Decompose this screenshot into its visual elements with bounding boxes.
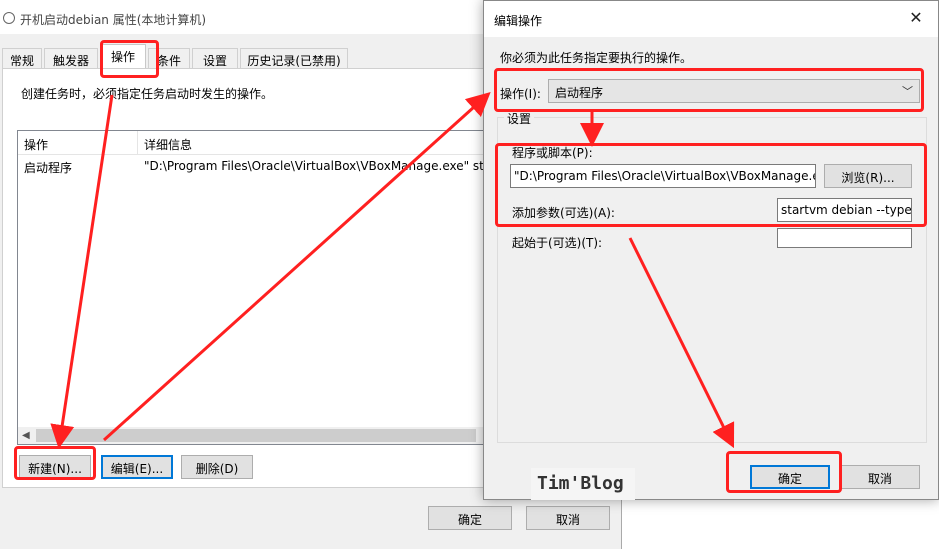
start-in-input[interactable] — [777, 228, 912, 248]
column-header-details[interactable]: 详细信息 — [138, 131, 496, 155]
dialog-title: 编辑操作 — [494, 14, 543, 28]
dialog-title-bar: 编辑操作 ✕ — [484, 1, 938, 37]
row-details-cell: "D:\Program Files\Oracle\VirtualBox\VBox… — [144, 159, 496, 173]
tab-settings[interactable]: 设置 — [192, 48, 238, 68]
dialog-description: 你必须为此任务指定要执行的操作。 — [500, 51, 693, 65]
tab-triggers[interactable]: 触发器 — [44, 48, 98, 68]
window-title: 开机启动debian 属性(本地计算机) — [20, 13, 207, 27]
edit-action-button[interactable]: 编辑(E)... — [101, 455, 173, 479]
action-type-select[interactable]: 启动程序 ﹀ — [548, 79, 920, 103]
delete-action-button[interactable]: 删除(D) — [181, 455, 253, 479]
arguments-label: 添加参数(可选)(A): — [512, 206, 615, 220]
scroll-left-icon[interactable]: ◀ — [22, 430, 30, 441]
browse-button[interactable]: 浏览(R)... — [824, 164, 912, 188]
row-action-cell: 启动程序 — [24, 161, 73, 175]
settings-group: 设置 程序或脚本(P): "D:\Program Files\Oracle\Vi… — [497, 110, 927, 443]
new-action-button[interactable]: 新建(N)... — [19, 455, 91, 479]
edit-action-dialog: 编辑操作 ✕ 你必须为此任务指定要执行的操作。 操作(I): 启动程序 ﹀ 设置… — [483, 0, 939, 500]
column-header-action[interactable]: 操作 — [18, 131, 138, 155]
close-icon[interactable]: ✕ — [904, 8, 928, 30]
actions-description: 创建任务时，必须指定任务启动时发生的操作。 — [21, 87, 274, 101]
actions-list: 操作 详细信息 启动程序 "D:\Program Files\Oracle\Vi… — [17, 130, 497, 445]
scroll-thumb[interactable] — [36, 429, 476, 442]
dialog-ok-button[interactable]: 确定 — [750, 465, 830, 489]
dialog-cancel-button[interactable]: 取消 — [840, 465, 920, 489]
start-in-label: 起始于(可选)(T): — [512, 236, 603, 250]
watermark: Tim'Blog — [531, 468, 635, 500]
ok-button[interactable]: 确定 — [428, 506, 512, 530]
tab-history[interactable]: 历史记录(已禁用) — [240, 48, 348, 68]
chevron-down-icon: ﹀ — [902, 85, 913, 98]
action-type-value: 启动程序 — [555, 86, 604, 100]
tab-conditions[interactable]: 条件 — [148, 48, 190, 68]
program-input[interactable]: "D:\Program Files\Oracle\VirtualBox\VBox… — [510, 164, 816, 188]
cancel-button[interactable]: 取消 — [526, 506, 610, 530]
action-type-label: 操作(I): — [500, 87, 541, 101]
clock-icon — [3, 12, 15, 24]
program-label: 程序或脚本(P): — [512, 146, 593, 160]
settings-group-title: 设置 — [504, 110, 535, 127]
tab-general[interactable]: 常规 — [2, 48, 42, 68]
tab-actions[interactable]: 操作 — [100, 44, 146, 69]
arguments-input[interactable]: startvm debian --type — [777, 198, 912, 222]
horizontal-scrollbar[interactable]: ◀ — [18, 427, 496, 444]
